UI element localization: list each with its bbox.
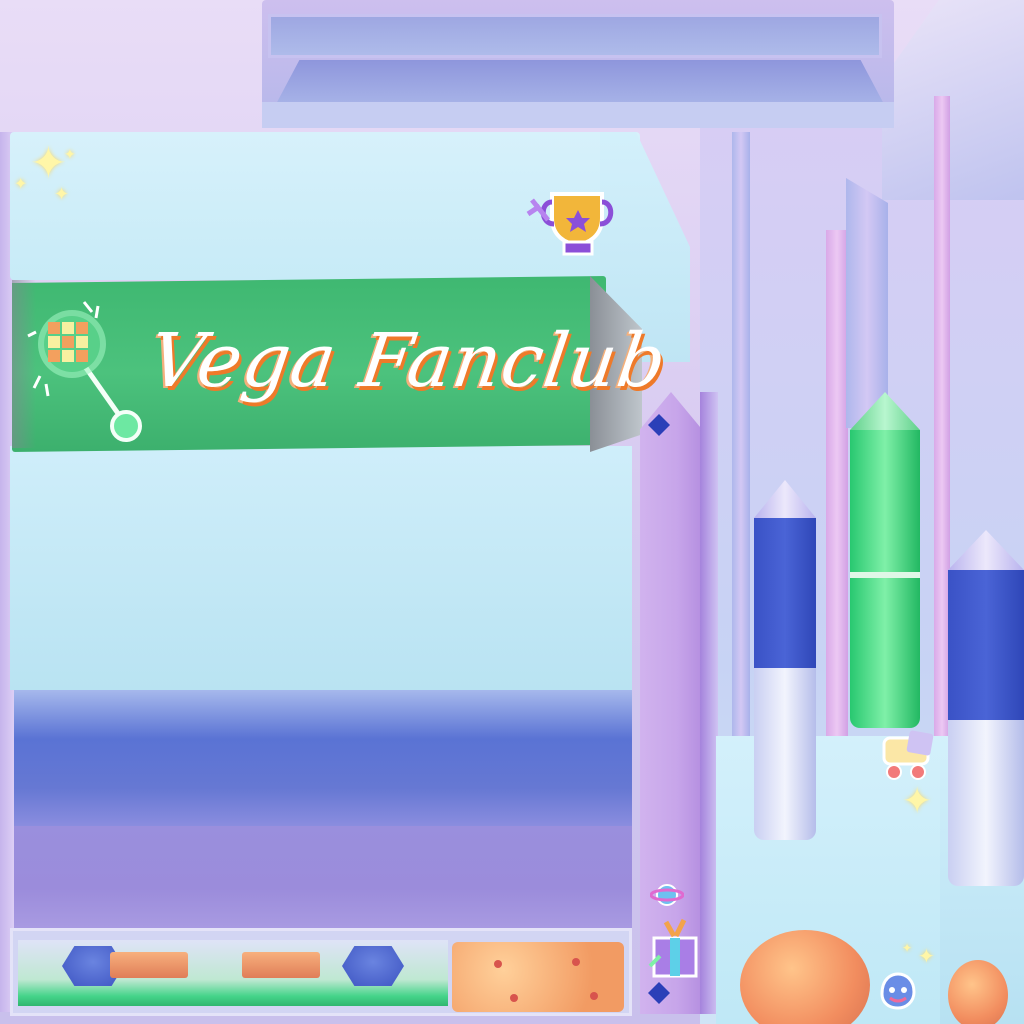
texture-atlas: Vega Fanclub ✦ ✦ ✦ ✦ ✦ ✦ ✦ — [0, 0, 1024, 1024]
glove-sticker-icon — [880, 972, 916, 1010]
peach-dot-3 — [510, 994, 518, 1002]
tube-left — [754, 480, 816, 840]
peach-ball-small — [948, 960, 1008, 1024]
sparkle-icon: ✦ — [54, 184, 70, 205]
gem-blue-2 — [342, 946, 404, 986]
top-frame-bottom — [262, 102, 894, 128]
top-frame-bar — [275, 60, 885, 106]
rail-1 — [732, 132, 750, 760]
tube-right — [948, 530, 1024, 886]
gem-orange-1 — [110, 952, 188, 978]
banner-title: Vega Fanclub — [144, 318, 673, 404]
sparkle-icon: ✦ — [918, 944, 935, 968]
gift-sticker-icon — [648, 918, 698, 978]
tube-green — [850, 392, 920, 728]
trophy-sticker-icon — [526, 192, 614, 256]
panel-purple — [14, 826, 632, 930]
planet-sticker-icon — [650, 884, 684, 906]
top-frame-inner — [268, 14, 882, 58]
peach-dot-4 — [590, 992, 598, 1000]
peach-dot-2 — [572, 958, 580, 966]
sparkle-icon: ✦ — [30, 138, 67, 189]
peach-block — [452, 942, 624, 1012]
sparkle-icon: ✦ — [902, 781, 933, 822]
gem-orange-2 — [242, 952, 320, 978]
rail-4 — [846, 178, 888, 428]
corner-block — [882, 0, 1024, 200]
panel-blue — [14, 690, 632, 830]
panel-middle — [10, 446, 632, 690]
sparkle-icon: ✦ — [14, 174, 28, 193]
roller-skate-sticker-icon — [882, 730, 934, 780]
disco-ball-wand-icon — [27, 301, 142, 442]
sparkle-icon: ✦ — [64, 147, 76, 163]
sparkle-icon: ✦ — [902, 941, 913, 955]
peach-dot-1 — [494, 960, 502, 968]
